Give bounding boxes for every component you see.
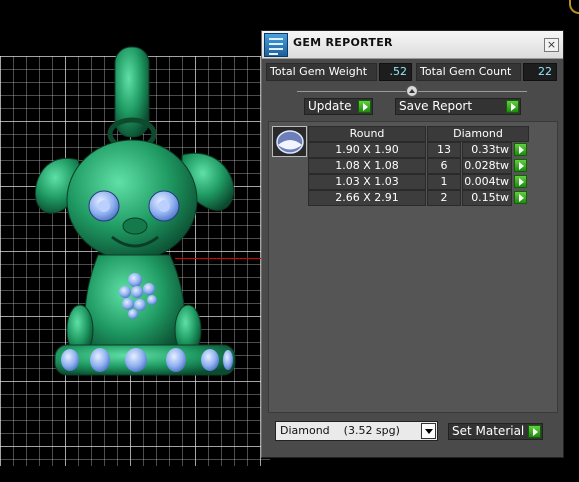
panel-titlebar[interactable]: GEM REPORTER ×: [262, 31, 563, 59]
material-dropdown-value: Diamond (3.52 spg): [280, 424, 400, 437]
total-gem-weight-label: Total Gem Weight: [266, 63, 377, 81]
chevron-down-icon[interactable]: [421, 423, 436, 439]
gem-count-cell: 13: [427, 142, 461, 158]
gem-count-cell: 6: [427, 158, 461, 174]
corner-gizmo-icon: [569, 0, 579, 14]
row-select-arrow-icon[interactable]: [514, 143, 527, 156]
green-play-arrow-icon: [506, 100, 519, 113]
close-button[interactable]: ×: [544, 38, 559, 52]
round-gem-thumbnail-icon[interactable]: [272, 126, 307, 157]
total-gem-weight-value: .52: [379, 63, 412, 81]
gem-size-cell: 2.66 X 2.91: [308, 190, 426, 206]
puppy-pendant-model[interactable]: [0, 0, 260, 482]
save-report-button[interactable]: Save Report: [395, 98, 521, 115]
slider-knob-icon[interactable]: [406, 85, 418, 97]
total-gem-count-label: Total Gem Count: [416, 63, 521, 81]
gem-weight-cell: 0.15tw: [462, 190, 512, 206]
gem-weight-cell: 0.33tw: [462, 142, 512, 158]
set-material-button-label: Set Material: [452, 424, 525, 438]
gem-size-cell: 1.08 X 1.08: [308, 158, 426, 174]
update-button[interactable]: Update: [304, 98, 373, 115]
green-play-arrow-icon: [528, 425, 541, 438]
gem-size-cell: 1.90 X 1.90: [308, 142, 426, 158]
material-dropdown[interactable]: Diamond (3.52 spg): [275, 421, 438, 441]
save-report-button-label: Save Report: [399, 99, 473, 113]
gem-count-cell: 2: [427, 190, 461, 206]
row-select-arrow-icon[interactable]: [514, 191, 527, 204]
total-gem-count-value: 22: [523, 63, 557, 81]
green-play-arrow-icon: [358, 100, 371, 113]
gem-reporter-panel: GEM REPORTER × Total Gem Weight .52 Tota…: [261, 30, 564, 458]
material-column-header: Diamond: [427, 126, 529, 142]
gem-reporter-app-icon: [264, 33, 288, 57]
row-select-arrow-icon[interactable]: [514, 175, 527, 188]
gem-weight-cell: 0.028tw: [462, 158, 512, 174]
panel-title: GEM REPORTER: [293, 36, 393, 49]
update-button-label: Update: [308, 99, 352, 113]
gem-weight-cell: 0.004tw: [462, 174, 512, 190]
row-select-arrow-icon[interactable]: [514, 159, 527, 172]
gem-size-cell: 1.03 X 1.03: [308, 174, 426, 190]
shape-column-header: Round: [308, 126, 426, 142]
gem-count-cell: 1: [427, 174, 461, 190]
set-material-button[interactable]: Set Material: [448, 423, 543, 440]
